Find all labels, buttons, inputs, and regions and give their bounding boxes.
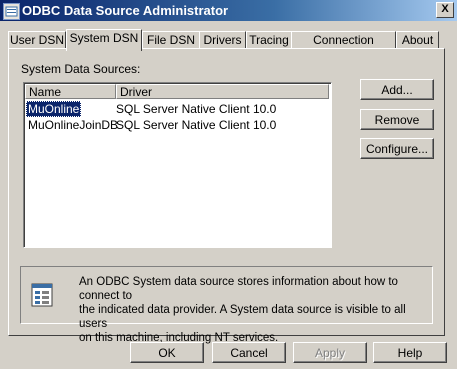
configure-button[interactable]: Configure... (360, 138, 434, 159)
title-bar: ODBC Data Source Administrator X (0, 0, 457, 21)
system-data-sources-list[interactable]: Name Driver MuOnline SQL Server Native C… (23, 82, 332, 248)
ok-button[interactable]: OK (130, 342, 204, 363)
info-line-2: the indicated data provider. A System da… (79, 304, 406, 330)
dsn-driver: SQL Server Native Client 10.0 (116, 118, 277, 132)
window-title: ODBC Data Source Administrator (22, 3, 229, 18)
cancel-button[interactable]: Cancel (212, 342, 286, 363)
help-button[interactable]: Help (373, 342, 447, 363)
dsn-driver: SQL Server Native Client 10.0 (116, 102, 277, 116)
data-source-icon (29, 280, 59, 310)
info-box: An ODBC System data source stores inform… (20, 266, 433, 344)
column-header-name[interactable]: Name (25, 84, 116, 99)
add-button[interactable]: Add... (360, 79, 434, 100)
column-header-driver[interactable]: Driver (116, 84, 329, 99)
remove-button[interactable]: Remove (360, 109, 434, 130)
dsn-name: MuOnline (26, 101, 82, 117)
info-text: An ODBC System data source stores inform… (79, 275, 427, 345)
close-icon[interactable]: X (436, 2, 454, 18)
system-dsn-panel: System Data Sources: Name Driver MuOnlin… (8, 48, 445, 344)
info-line-1: An ODBC System data source stores inform… (79, 276, 398, 302)
odbc-app-icon (3, 3, 20, 20)
apply-button[interactable]: Apply (293, 342, 367, 363)
tab-system-dsn[interactable]: System DSN (66, 29, 142, 51)
dsn-name: MuOnlineJoinDB (28, 118, 119, 132)
system-data-sources-label: System Data Sources: (21, 62, 141, 76)
